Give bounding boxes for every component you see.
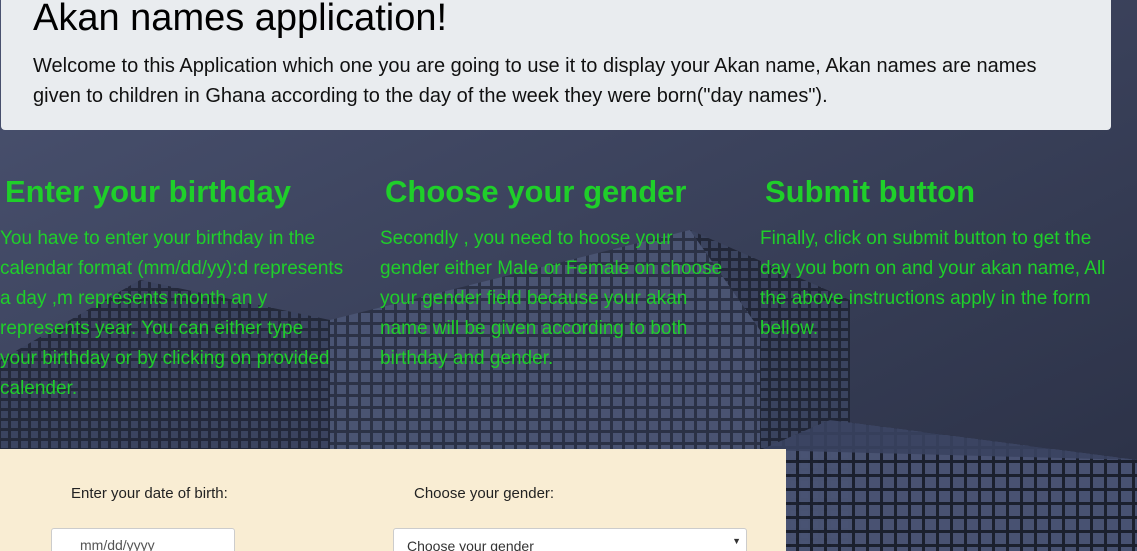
instruction-heading: Enter your birthday xyxy=(5,174,291,209)
instruction-text: You have to enter your birthday in the c… xyxy=(0,228,344,399)
header-jumbotron: Akan names application! Welcome to this … xyxy=(1,0,1111,130)
triangle-down-icon: ▼ xyxy=(732,536,741,546)
instruction-text: Secondly , you need to hoose your gender… xyxy=(380,228,723,369)
gender-selected-value: Choose your gender xyxy=(407,538,534,551)
page-title: Akan names application! xyxy=(33,0,448,39)
dob-placeholder: mm/dd/yyyy xyxy=(80,537,155,551)
instruction-submit: Submit button Finally, click on submit b… xyxy=(760,172,1120,344)
gender-select[interactable]: Choose your gender ▼ xyxy=(393,528,747,551)
instruction-heading: Choose your gender xyxy=(385,174,687,209)
instruction-heading: Submit button xyxy=(765,174,976,209)
instruction-birthday: Enter your birthday You have to enter yo… xyxy=(0,172,345,404)
instruction-gender: Choose your gender Secondly , you need t… xyxy=(380,172,732,374)
akan-form: Enter your date of birth: Choose your ge… xyxy=(0,449,786,551)
dob-label: Enter your date of birth: xyxy=(71,485,228,502)
dob-input[interactable]: mm/dd/yyyy xyxy=(51,528,235,551)
gender-label: Choose your gender: xyxy=(414,485,555,502)
instruction-text: Finally, click on submit button to get t… xyxy=(760,228,1106,339)
intro-text: Welcome to this Application which one yo… xyxy=(33,55,1037,107)
